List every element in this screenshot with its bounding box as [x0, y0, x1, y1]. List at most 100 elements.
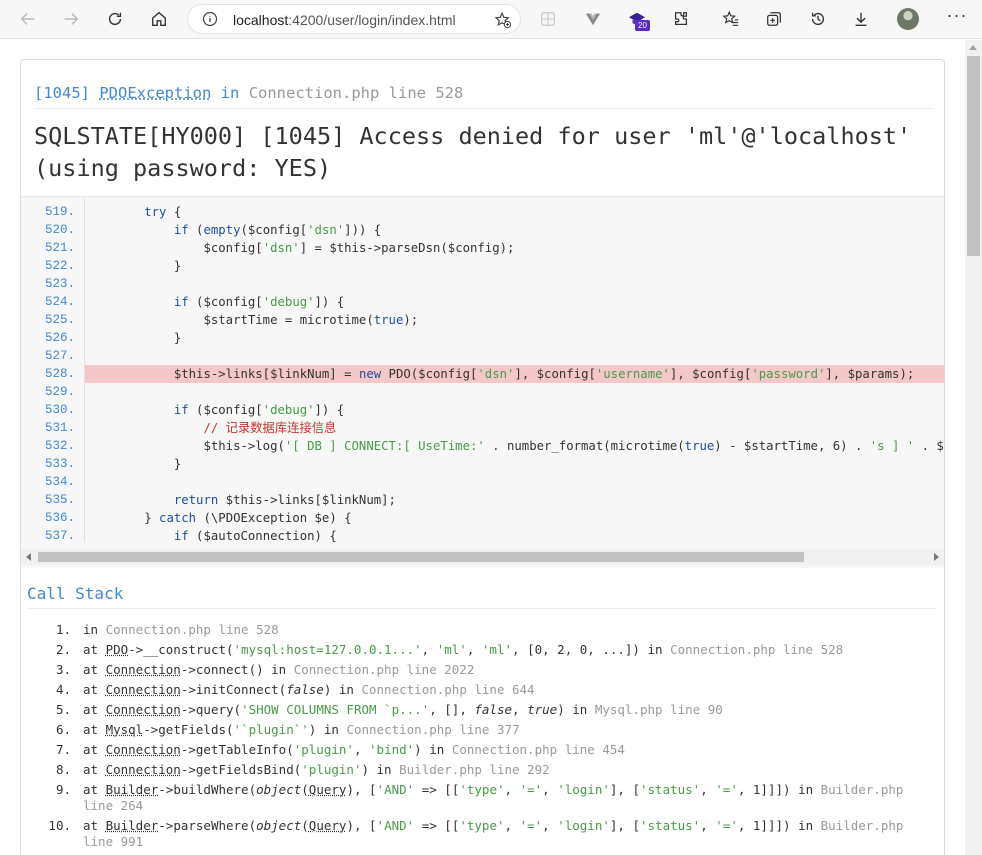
scroll-up-arrow-icon[interactable]: [969, 45, 977, 50]
call-stack-list: 1. in Connection.php line 528 2. at PDO->__…: [27, 622, 937, 854]
line-number: 527.: [44, 349, 75, 363]
info-icon[interactable]: [202, 11, 218, 27]
highlighted-code-line: $this->links[$linkNum] = new PDO($config…: [85, 365, 944, 383]
frame-number: 6.: [55, 722, 71, 737]
line-number: 536.: [44, 511, 75, 525]
line-number: 525.: [44, 313, 75, 327]
url-host: localhost: [233, 12, 289, 28]
code-line: if (empty($config['dsn'])) {: [173, 223, 382, 237]
line-number: 530.: [44, 403, 75, 417]
downloads-button[interactable]: [846, 5, 876, 33]
home-icon: [152, 11, 166, 26]
line-number: 534.: [44, 475, 75, 489]
call-stack-frame: 10. at Builder->parseWhere(object(Query),…: [27, 818, 937, 850]
call-stack-frame: 8. at Connection->getFieldsBind('plugin')…: [27, 762, 937, 778]
favorites-list-icon: [722, 10, 739, 26]
line-number: 519.: [44, 205, 75, 219]
arrow-right-icon: [64, 13, 79, 25]
exception-header: [1045] PDOException in Connection.php li…: [21, 60, 944, 196]
code-line: }: [85, 457, 182, 471]
call-stack-frame: 7. at Connection->getTableInfo('plugin', …: [27, 742, 937, 758]
home-button[interactable]: [144, 5, 174, 33]
line-number: 537.: [44, 529, 75, 543]
puzzle-icon: [674, 12, 688, 26]
history-button[interactable]: [803, 5, 833, 33]
frame-text: at Connection->initConnect(false) in Con…: [83, 682, 535, 697]
add-favorite-icon[interactable]: [494, 11, 512, 29]
scroll-left-arrow-icon[interactable]: [26, 553, 31, 561]
frame-text: at Builder->buildWhere(object(Query), ['…: [83, 782, 904, 813]
frame-text: at Connection->getFieldsBind('plugin') i…: [83, 762, 550, 777]
more-menu-button[interactable]: ···: [945, 6, 969, 29]
call-stack-frame: 1. in Connection.php line 528: [27, 622, 937, 638]
scrollbar-thumb[interactable]: [967, 56, 980, 256]
code-line: }: [85, 331, 182, 345]
frame-text: at Connection->query('SHOW COLUMNS FROM …: [83, 702, 723, 717]
line-number: 529.: [44, 385, 75, 399]
frame-number: 2.: [55, 642, 71, 657]
extension-grid-button[interactable]: [533, 5, 563, 33]
refresh-button[interactable]: [100, 5, 130, 33]
scroll-right-arrow-icon[interactable]: [934, 553, 939, 561]
frame-text: in Connection.php line 528: [83, 622, 279, 637]
code-scrollbar-thumb[interactable]: [38, 552, 804, 562]
call-stack-frame: 9. at Builder->buildWhere(object(Query), …: [27, 782, 937, 814]
profile-avatar[interactable]: [897, 8, 919, 30]
exception-panel: [1045] PDOException in Connection.php li…: [20, 59, 945, 855]
frame-number: 1.: [55, 622, 71, 637]
divider: [34, 108, 934, 109]
source-code-view: 519. 520. 521. 522. 523. 524. 525. 526. 527. 528.…: [21, 196, 944, 568]
call-stack-frame: 4. at Connection->initConnect(false) in C…: [27, 682, 937, 698]
extension-count-badge: 20: [635, 20, 650, 31]
code-horizontal-scrollbar[interactable]: [21, 549, 944, 565]
history-icon: [811, 12, 825, 26]
extensions-button[interactable]: [666, 5, 696, 33]
page-scrollbar[interactable]: [965, 40, 982, 855]
refresh-icon: [108, 12, 122, 26]
forward-button[interactable]: [56, 5, 86, 33]
source-lines: try { if (empty($config['dsn'])) { $conf…: [85, 203, 944, 545]
line-number: 532.: [44, 439, 75, 453]
line-number: 531.: [44, 421, 75, 435]
divider: [27, 608, 937, 609]
collections-button[interactable]: [759, 5, 789, 33]
code-line: $startTime = microtime(true);: [85, 313, 419, 327]
address-bar[interactable]: localhost:4200/user/login/index.html: [187, 4, 521, 34]
code-line: // 记录数据库连接信息: [85, 421, 337, 435]
frame-number: 10.: [48, 818, 71, 833]
frame-number: 4.: [55, 682, 71, 697]
frame-text: at Connection->getTableInfo('plugin', 'b…: [83, 742, 625, 757]
line-number: 535.: [44, 493, 75, 507]
url-text[interactable]: localhost:4200/user/login/index.html: [233, 12, 456, 28]
code-line: $config['dsn'] = $this->parseDsn($config…: [85, 241, 515, 255]
code-line: try {: [144, 205, 182, 219]
exception-class: PDOException: [99, 84, 212, 102]
frame-number: 9.: [55, 782, 71, 797]
frame-number: 7.: [55, 742, 71, 757]
frame-number: 3.: [55, 662, 71, 677]
frame-number: 5.: [55, 702, 71, 717]
exception-info: [1045] PDOException in Connection.php li…: [34, 84, 463, 102]
code-line: if ($autoConnection) {: [173, 529, 337, 543]
code-line: if ($config['debug']) {: [173, 295, 345, 309]
favorites-button[interactable]: [716, 5, 746, 33]
back-button[interactable]: [13, 5, 43, 33]
line-number: 522.: [44, 259, 75, 273]
code-line: return $this->links[$linkNum];: [173, 493, 396, 507]
line-number: 524.: [44, 295, 75, 309]
extension-v-button[interactable]: [578, 5, 608, 33]
line-number: 528.: [44, 367, 75, 381]
frame-text: at Connection->connect() in Connection.p…: [83, 662, 475, 677]
frame-text: at Builder->parseWhere(object(Query), ['…: [83, 818, 904, 849]
line-number: 526.: [44, 331, 75, 345]
frame-text: at Mysql->getFields('`plugin`') in Conne…: [83, 722, 520, 737]
call-stack-frame: 6. at Mysql->getFields('`plugin`') in Con…: [27, 722, 937, 738]
browser-toolbar: localhost:4200/user/login/index.html 20 …: [0, 0, 982, 39]
code-line: }: [85, 259, 182, 273]
collections-icon: [767, 12, 781, 26]
code-line: $this->log('[ DB ] CONNECT:[ UseTime:' .…: [85, 439, 944, 453]
